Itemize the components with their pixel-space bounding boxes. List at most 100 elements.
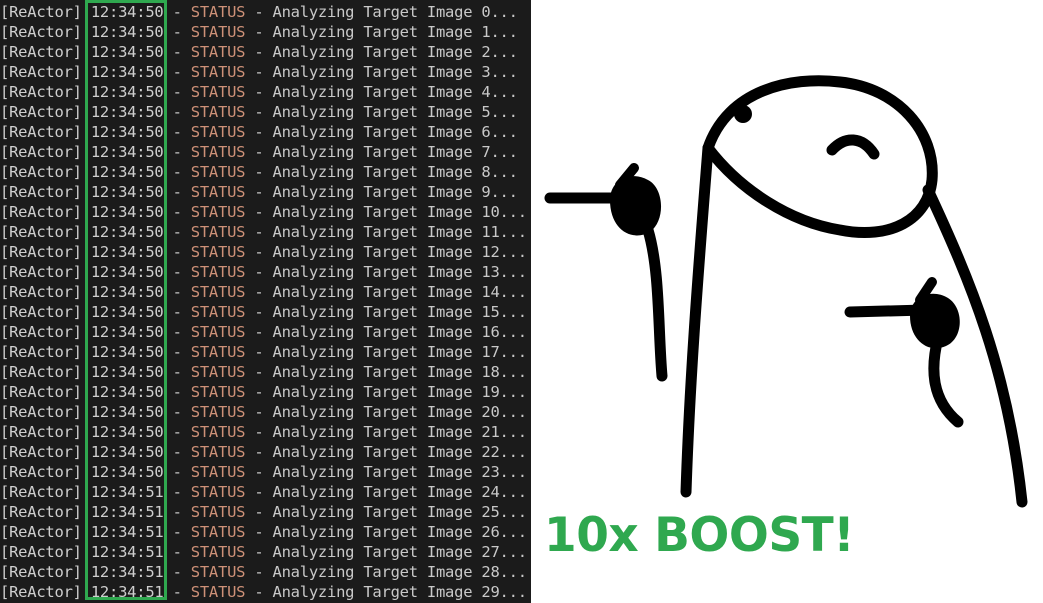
log-separator: - xyxy=(163,383,191,401)
log-message: Analyzing Target Image 11... xyxy=(272,223,528,241)
log-line: [ReActor] 12:34:50 - STATUS - Analyzing … xyxy=(0,362,531,382)
log-separator: - xyxy=(245,43,273,61)
log-line: [ReActor] 12:34:50 - STATUS - Analyzing … xyxy=(0,462,531,482)
log-separator: - xyxy=(163,143,191,161)
log-level: STATUS xyxy=(190,123,246,141)
log-line: [ReActor] 12:34:50 - STATUS - Analyzing … xyxy=(0,102,531,122)
log-source: [ReActor] xyxy=(0,463,82,481)
log-message: Analyzing Target Image 12... xyxy=(272,243,528,261)
log-separator xyxy=(82,423,91,441)
log-separator: - xyxy=(245,83,273,101)
log-separator xyxy=(82,483,91,501)
log-separator: - xyxy=(163,63,191,81)
log-separator xyxy=(82,103,91,121)
log-separator xyxy=(82,463,91,481)
log-timestamp: 12:34:50 xyxy=(90,363,164,381)
log-line: [ReActor] 12:34:51 - STATUS - Analyzing … xyxy=(0,502,531,522)
log-message: Analyzing Target Image 7... xyxy=(272,143,518,161)
log-separator: - xyxy=(245,263,273,281)
log-separator: - xyxy=(163,503,191,521)
log-separator: - xyxy=(245,243,273,261)
log-separator: - xyxy=(163,343,191,361)
log-separator: - xyxy=(163,3,191,21)
log-line: [ReActor] 12:34:50 - STATUS - Analyzing … xyxy=(0,222,531,242)
log-line: [ReActor] 12:34:50 - STATUS - Analyzing … xyxy=(0,282,531,302)
log-timestamp: 12:34:50 xyxy=(90,223,164,241)
log-timestamp: 12:34:50 xyxy=(90,163,164,181)
log-separator: - xyxy=(245,543,273,561)
log-timestamp: 12:34:51 xyxy=(90,503,164,521)
log-separator: - xyxy=(163,303,191,321)
log-separator xyxy=(82,583,91,601)
log-source: [ReActor] xyxy=(0,3,82,21)
log-separator: - xyxy=(245,363,273,381)
log-separator: - xyxy=(163,583,191,601)
log-line: [ReActor] 12:34:51 - STATUS - Analyzing … xyxy=(0,482,531,502)
log-level: STATUS xyxy=(190,23,246,41)
log-source: [ReActor] xyxy=(0,163,82,181)
log-separator: - xyxy=(163,423,191,441)
log-level: STATUS xyxy=(190,303,246,321)
log-level: STATUS xyxy=(190,263,246,281)
log-level: STATUS xyxy=(190,403,246,421)
log-timestamp: 12:34:50 xyxy=(90,43,164,61)
character-wink xyxy=(826,134,880,160)
log-source: [ReActor] xyxy=(0,563,82,581)
log-timestamp: 12:34:50 xyxy=(90,383,164,401)
log-source: [ReActor] xyxy=(0,443,82,461)
log-source: [ReActor] xyxy=(0,103,82,121)
log-line: [ReActor] 12:34:50 - STATUS - Analyzing … xyxy=(0,202,531,222)
log-timestamp: 12:34:50 xyxy=(90,283,164,301)
log-level: STATUS xyxy=(190,323,246,341)
log-source: [ReActor] xyxy=(0,283,82,301)
log-separator: - xyxy=(245,303,273,321)
log-timestamp: 12:34:50 xyxy=(90,203,164,221)
log-timestamp: 12:34:50 xyxy=(90,23,164,41)
log-separator xyxy=(82,203,91,221)
log-separator xyxy=(82,303,91,321)
log-source: [ReActor] xyxy=(0,303,82,321)
log-separator: - xyxy=(163,23,191,41)
log-message: Analyzing Target Image 9... xyxy=(272,183,518,201)
log-message: Analyzing Target Image 16... xyxy=(272,323,528,341)
log-level: STATUS xyxy=(190,143,246,161)
log-separator: - xyxy=(163,163,191,181)
log-timestamp: 12:34:50 xyxy=(90,443,164,461)
log-level: STATUS xyxy=(190,183,246,201)
log-level: STATUS xyxy=(190,463,246,481)
character-left-arm-lower xyxy=(642,224,668,382)
log-line: [ReActor] 12:34:50 - STATUS - Analyzing … xyxy=(0,62,531,82)
log-message: Analyzing Target Image 18... xyxy=(272,363,528,381)
log-source: [ReActor] xyxy=(0,423,82,441)
log-line: [ReActor] 12:34:50 - STATUS - Analyzing … xyxy=(0,122,531,142)
log-message: Analyzing Target Image 1... xyxy=(272,23,518,41)
log-message: Analyzing Target Image 25... xyxy=(272,503,528,521)
log-separator: - xyxy=(163,363,191,381)
log-level: STATUS xyxy=(190,283,246,301)
log-separator: - xyxy=(163,323,191,341)
log-message: Analyzing Target Image 14... xyxy=(272,283,528,301)
log-separator xyxy=(82,283,91,301)
log-timestamp: 12:34:50 xyxy=(90,263,164,281)
log-message: Analyzing Target Image 3... xyxy=(272,63,518,81)
boost-caption: 10x BOOST! xyxy=(544,508,855,563)
log-source: [ReActor] xyxy=(0,503,82,521)
log-separator: - xyxy=(163,263,191,281)
log-line: [ReActor] 12:34:51 - STATUS - Analyzing … xyxy=(0,522,531,542)
log-separator: - xyxy=(245,383,273,401)
log-level: STATUS xyxy=(190,203,246,221)
log-separator: - xyxy=(245,483,273,501)
log-separator: - xyxy=(245,503,273,521)
log-level: STATUS xyxy=(190,383,246,401)
log-timestamp: 12:34:50 xyxy=(90,143,164,161)
log-line: [ReActor] 12:34:50 - STATUS - Analyzing … xyxy=(0,2,531,22)
log-source: [ReActor] xyxy=(0,143,82,161)
log-separator: - xyxy=(163,83,191,101)
log-line: [ReActor] 12:34:50 - STATUS - Analyzing … xyxy=(0,262,531,282)
log-separator: - xyxy=(245,463,273,481)
log-level: STATUS xyxy=(190,63,246,81)
log-separator xyxy=(82,523,91,541)
log-line: [ReActor] 12:34:50 - STATUS - Analyzing … xyxy=(0,82,531,102)
log-level: STATUS xyxy=(190,343,246,361)
log-separator: - xyxy=(163,103,191,121)
